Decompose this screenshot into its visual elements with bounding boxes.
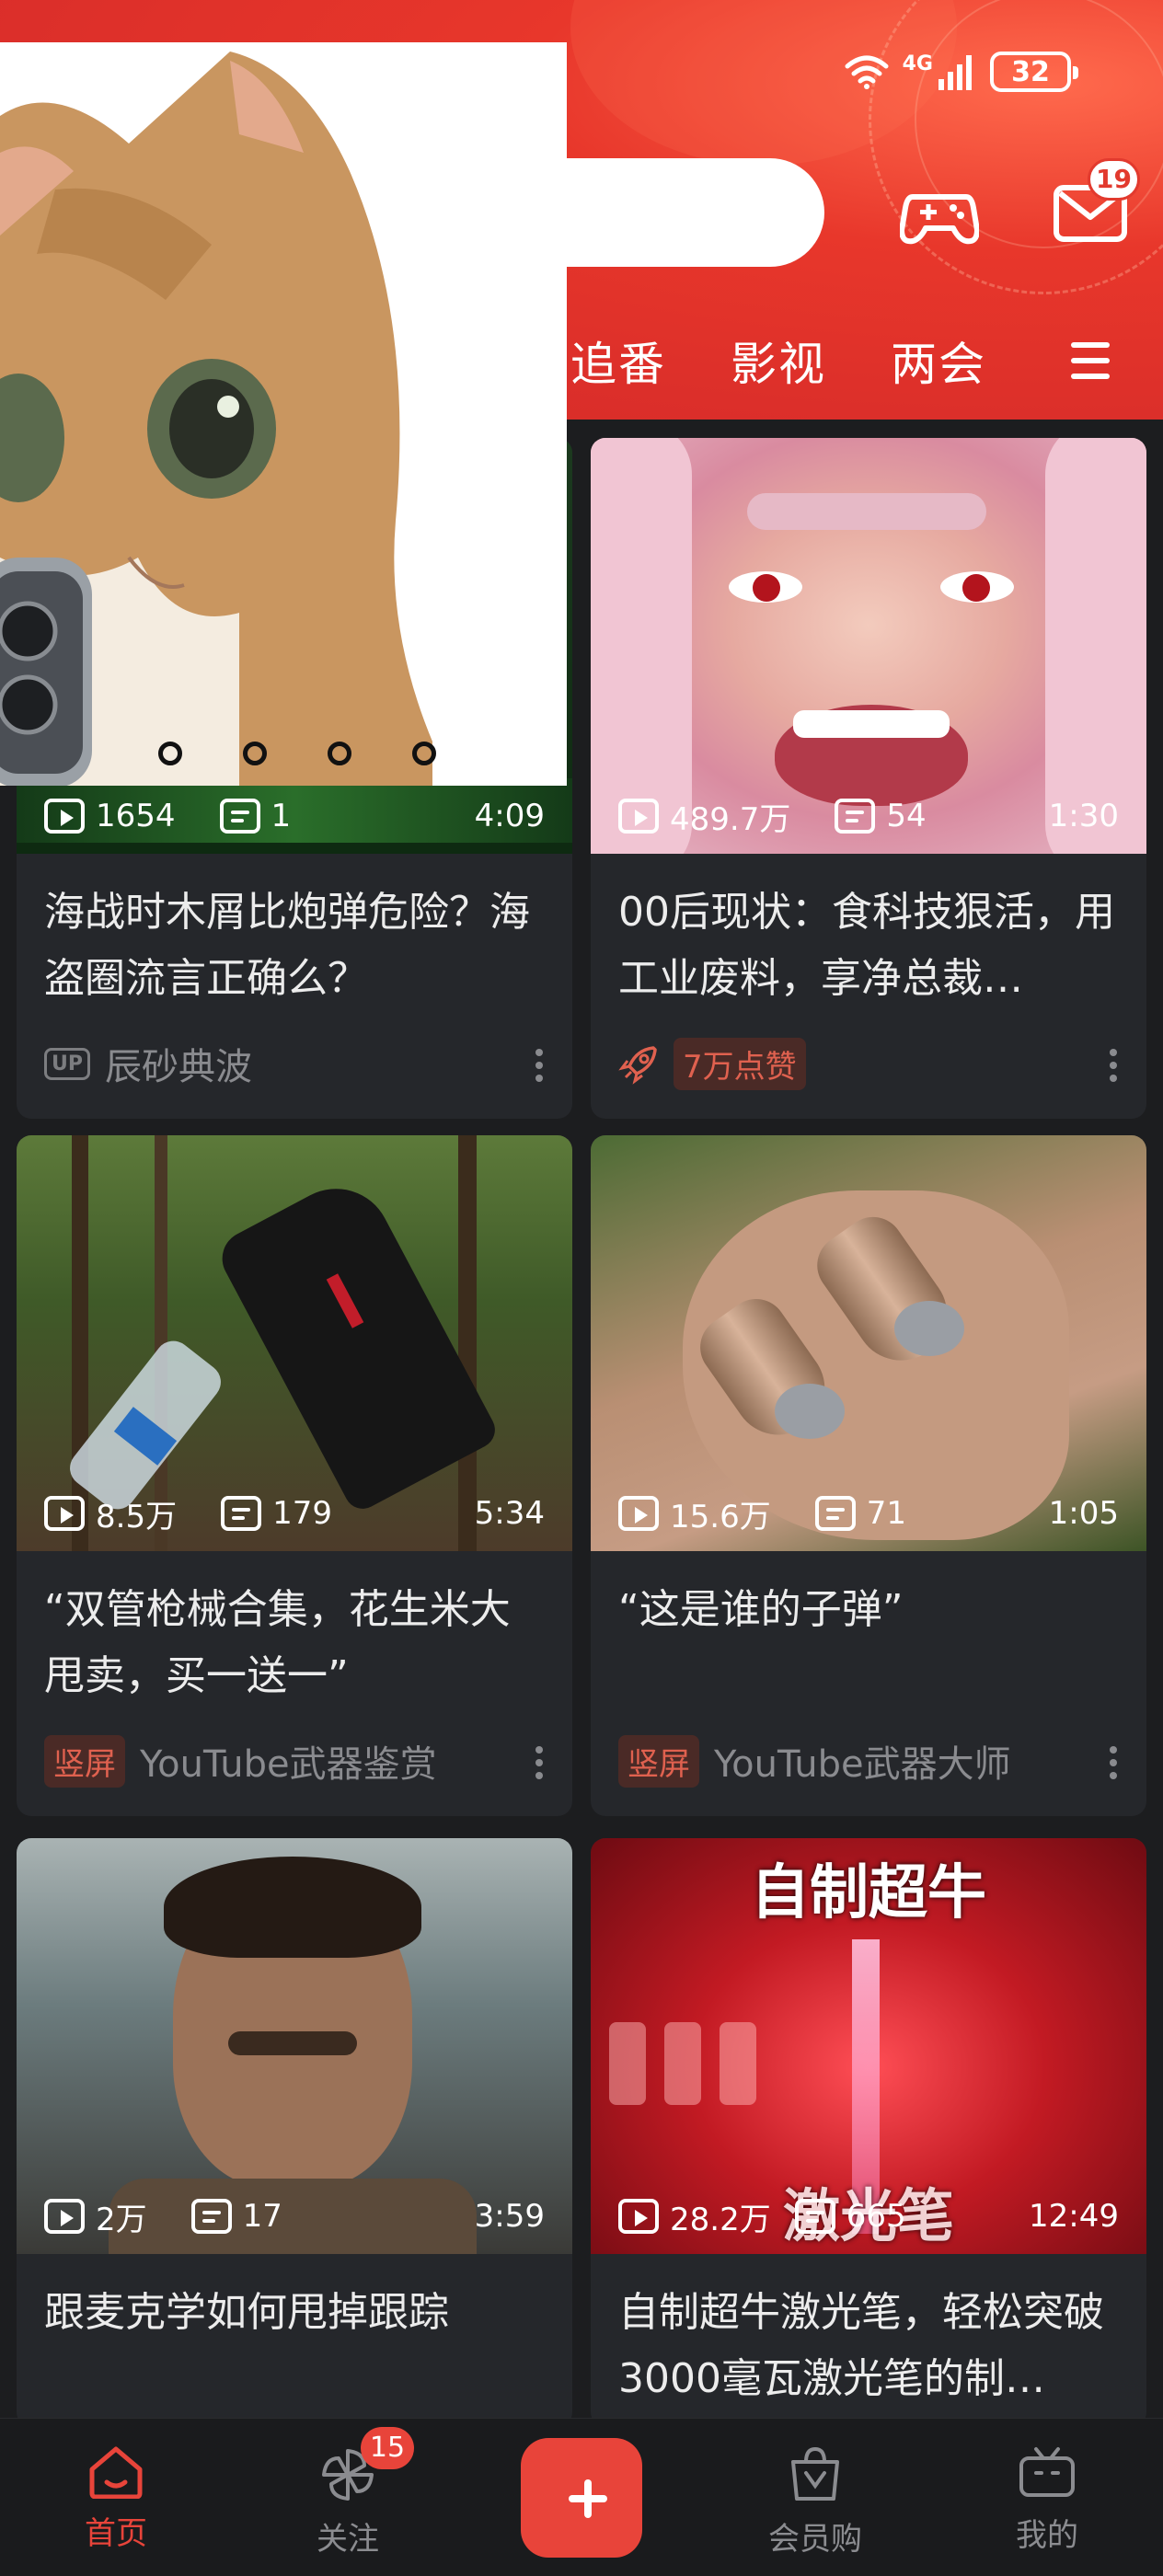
video-meta: 竖屏 YouTube武器大师 bbox=[618, 1734, 1119, 1788]
channel-tabs: 追番 影视 两会 bbox=[570, 324, 1051, 397]
video-meta: 竖屏 YouTube武器鉴赏 bbox=[44, 1734, 545, 1788]
danmaku-icon bbox=[814, 1496, 856, 1531]
video-card[interactable]: 15.6万 71 1:05 “这是谁的子弹” 竖屏 YouTube武器大师 bbox=[591, 1135, 1146, 1816]
nav-home[interactable]: 首页 bbox=[42, 2445, 190, 2553]
floating-sticker-image[interactable] bbox=[0, 42, 567, 786]
video-card[interactable]: 489.7万 54 1:30 00后现状：食科技狠活，用工业废料，享净总裁… 7… bbox=[591, 438, 1146, 1119]
tab-film[interactable]: 影视 bbox=[731, 328, 826, 394]
duration: 4:09 bbox=[474, 798, 545, 834]
gamepad-icon[interactable] bbox=[900, 177, 979, 250]
danmaku-count: 17 bbox=[242, 2198, 282, 2235]
network-type: 4G bbox=[902, 52, 933, 75]
video-stats: 2万 17 3:59 bbox=[44, 2193, 545, 2239]
video-stats: 8.5万 179 5:34 bbox=[44, 1490, 545, 1536]
tab-anime[interactable]: 追番 bbox=[570, 328, 666, 394]
video-title[interactable]: 跟麦克学如何甩掉跟踪 bbox=[44, 2280, 545, 2346]
more-options-icon[interactable] bbox=[1110, 1746, 1117, 1779]
wifi-icon bbox=[845, 55, 889, 89]
play-count-icon bbox=[618, 799, 659, 834]
loading-dots bbox=[158, 742, 436, 765]
duration: 12:49 bbox=[1029, 2198, 1119, 2235]
video-title[interactable]: 自制超牛激光笔，轻松突破3000毫瓦激光笔的制… bbox=[618, 2280, 1119, 2412]
danmaku-icon bbox=[835, 799, 876, 834]
view-count: 15.6万 bbox=[670, 1498, 771, 1535]
nav-mine[interactable]: 我的 bbox=[973, 2445, 1121, 2555]
duration: 1:30 bbox=[1048, 798, 1119, 834]
follow-badge: 15 bbox=[361, 2427, 414, 2469]
video-thumbnail bbox=[591, 1135, 1146, 1551]
author-name[interactable]: YouTube武器大师 bbox=[714, 1734, 1011, 1788]
video-stats: 28.2万 665 12:49 bbox=[618, 2193, 1119, 2239]
nav-shop[interactable]: 会员购 bbox=[742, 2445, 889, 2559]
video-thumbnail: 自制超牛 激光笔 bbox=[591, 1838, 1146, 2254]
video-card[interactable]: 自制超牛 激光笔 28.2万 665 12:49 自制超牛激光笔，轻松突破300… bbox=[591, 1838, 1146, 2427]
video-card[interactable]: 8.5万 179 5:34 “双管枪械合集，花生米大甩卖，买一送一” 竖屏 Yo… bbox=[17, 1135, 572, 1816]
author-name[interactable]: YouTube武器鉴赏 bbox=[140, 1734, 437, 1788]
mail-badge: 19 bbox=[1088, 158, 1140, 201]
duration: 5:34 bbox=[474, 1495, 545, 1532]
likes-badge: 7万点赞 bbox=[674, 1037, 806, 1090]
video-stats: 489.7万 54 1:30 bbox=[618, 793, 1119, 839]
play-count-icon bbox=[44, 1496, 85, 1531]
status-bar: 4G 32 bbox=[844, 48, 1078, 96]
battery-indicator: 32 bbox=[990, 52, 1078, 92]
video-title[interactable]: 海战时木屑比炮弹危险？海盗圈流言正确么？ bbox=[44, 880, 545, 1012]
danmaku-icon bbox=[219, 799, 260, 834]
shopping-bag-icon bbox=[791, 2446, 839, 2501]
danmaku-count: 179 bbox=[272, 1495, 332, 1532]
view-count: 1654 bbox=[96, 798, 176, 834]
nav-home-label: 首页 bbox=[85, 2515, 147, 2552]
thumbnail-caption-top: 自制超牛 bbox=[751, 1859, 986, 1927]
video-stats: 1654 1 4:09 bbox=[44, 793, 545, 839]
danmaku-count: 71 bbox=[866, 1495, 906, 1532]
vertical-tag: 竖屏 bbox=[44, 1734, 125, 1788]
cat-illustration bbox=[0, 52, 432, 786]
view-count: 2万 bbox=[96, 2201, 147, 2238]
play-count-icon bbox=[618, 2199, 659, 2234]
duration: 1:05 bbox=[1048, 1495, 1119, 1532]
view-count: 489.7万 bbox=[670, 800, 791, 838]
danmaku-icon bbox=[221, 1496, 262, 1531]
video-thumbnail bbox=[591, 438, 1146, 854]
video-title[interactable]: “这是谁的子弹” bbox=[618, 1577, 1119, 1643]
video-card[interactable]: 2万 17 3:59 跟麦克学如何甩掉跟踪 bbox=[17, 1838, 572, 2427]
tab-two-sessions[interactable]: 两会 bbox=[891, 328, 986, 394]
nav-follow-label: 关注 bbox=[317, 2521, 379, 2558]
play-count-icon bbox=[44, 2199, 85, 2234]
video-meta: UP 辰砂典波 bbox=[44, 1037, 545, 1090]
author-name[interactable]: 辰砂典波 bbox=[105, 1037, 252, 1090]
video-thumbnail bbox=[17, 1135, 572, 1551]
more-options-icon[interactable] bbox=[1110, 1049, 1117, 1082]
publish-button[interactable] bbox=[521, 2438, 642, 2558]
tab-menu-icon[interactable] bbox=[1071, 342, 1110, 379]
vertical-tag: 竖屏 bbox=[618, 1734, 699, 1788]
tv-icon bbox=[1019, 2447, 1075, 2497]
more-options-icon[interactable] bbox=[535, 1746, 543, 1779]
video-stats: 15.6万 71 1:05 bbox=[618, 1490, 1119, 1536]
danmaku-count: 665 bbox=[846, 2198, 906, 2235]
video-meta: 7万点赞 bbox=[618, 1037, 1119, 1090]
danmaku-count: 1 bbox=[271, 798, 292, 834]
video-title[interactable]: “双管枪械合集，花生米大甩卖，买一送一” bbox=[44, 1577, 545, 1709]
danmaku-icon bbox=[794, 2199, 835, 2234]
up-tag: UP bbox=[44, 1047, 90, 1080]
view-count: 28.2万 bbox=[670, 2201, 771, 2238]
danmaku-icon bbox=[190, 2199, 232, 2234]
rocket-icon bbox=[618, 1046, 657, 1085]
nav-mine-label: 我的 bbox=[1016, 2517, 1078, 2554]
battery-level: 32 bbox=[1011, 55, 1050, 88]
danmaku-count: 54 bbox=[886, 798, 927, 834]
duration: 3:59 bbox=[474, 2198, 545, 2235]
signal-icon bbox=[938, 55, 972, 90]
play-count-icon bbox=[44, 799, 85, 834]
play-count-icon bbox=[618, 1496, 659, 1531]
home-icon bbox=[89, 2446, 143, 2499]
video-title[interactable]: 00后现状：食科技狠活，用工业废料，享净总裁… bbox=[618, 880, 1119, 1012]
view-count: 8.5万 bbox=[96, 1498, 178, 1535]
nav-shop-label: 会员购 bbox=[768, 2521, 862, 2558]
more-options-icon[interactable] bbox=[535, 1049, 543, 1082]
video-thumbnail bbox=[17, 1838, 572, 2254]
